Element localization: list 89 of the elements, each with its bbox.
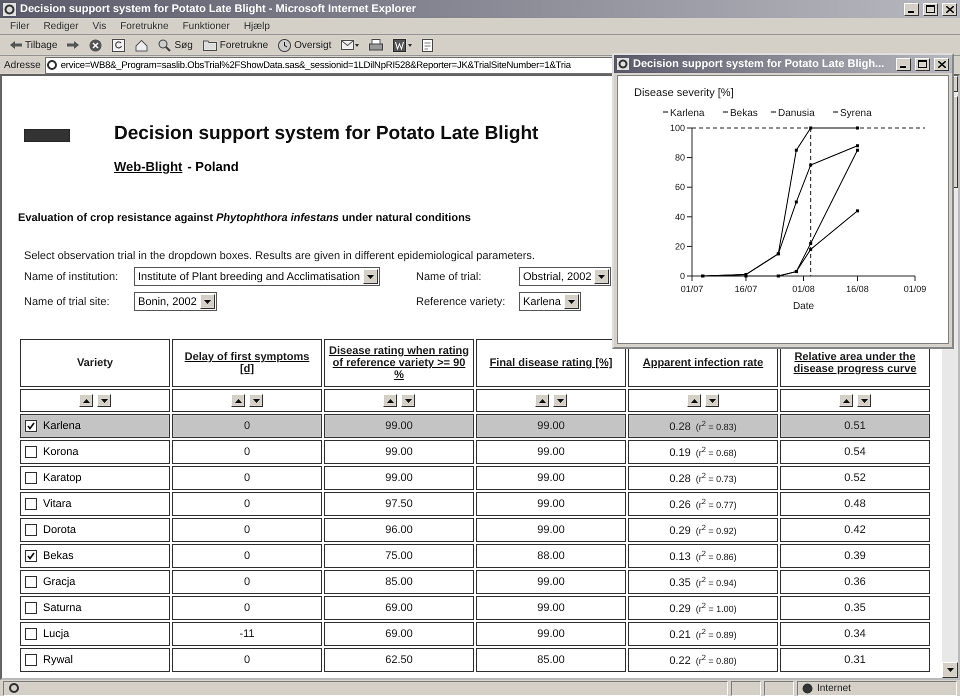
table-cell: 0.52: [780, 466, 930, 490]
variety-name: Rywal: [43, 654, 73, 666]
x-tick-label: 01/08: [792, 284, 815, 294]
table-cell: 99.00: [476, 570, 626, 594]
legend-label: Syrena: [840, 108, 872, 119]
legend-label: Karlena: [670, 108, 704, 119]
window-title: Decision support system for Potato Late Blight - Microsoft Internet Explorer: [20, 3, 418, 15]
table-cell: 0.51: [780, 414, 930, 438]
table-cell: 0.48: [780, 492, 930, 516]
table-cell: 99.00: [476, 596, 626, 620]
table-cell: 99.00: [476, 414, 626, 438]
table-cell: 0: [172, 596, 322, 620]
variety-name: Karlena: [43, 420, 81, 432]
table-cell: 99.00: [476, 622, 626, 646]
zone-label: Internet: [817, 682, 851, 694]
table-cell: 0.29 (r$^{2}$ = 1.00): [628, 596, 778, 620]
table-cell: 99.00: [324, 440, 474, 464]
table-cell: 96.00: [324, 518, 474, 542]
table-cell: 0.28 (r$^{2}$ = 0.83): [628, 414, 778, 438]
filter-label: Name of trial site:: [24, 296, 111, 308]
variety-name: Korona: [43, 446, 78, 458]
chart-title: Disease severity [%]: [634, 87, 734, 99]
table-cell: 0.21 (r$^{2}$ = 0.89): [628, 622, 778, 646]
variety-name: Karatop: [43, 472, 82, 484]
table-cell: 0.19 (r$^{2}$ = 0.68): [628, 440, 778, 464]
table-cell: 0: [172, 492, 322, 516]
table-cell: 0: [172, 440, 322, 464]
section-heading: Evaluation of crop resistance against Phytophthora infestans under natural conditions: [18, 212, 471, 224]
filter-label: Reference variety:: [416, 296, 506, 308]
variety-name: Saturna: [43, 602, 82, 614]
legend-label: Bekas: [730, 108, 758, 119]
x-axis-label: Date: [792, 301, 814, 312]
table-cell: 88.00: [476, 544, 626, 568]
variety-name: Dorota: [43, 524, 76, 536]
table-cell: 0.26 (r$^{2}$ = 0.77): [628, 492, 778, 516]
table-cell: 69.00: [324, 596, 474, 620]
y-tick-label: 100: [670, 123, 685, 133]
table-cell: 99.00: [324, 414, 474, 438]
table-cell: 0: [172, 544, 322, 568]
table-cell: 0.31: [780, 648, 930, 672]
table-cell: 0.34: [780, 622, 930, 646]
x-tick-label: 01/09: [904, 284, 926, 294]
y-tick-label: 0: [680, 271, 685, 281]
y-tick-label: 40: [674, 212, 685, 222]
table-cell: 0.13 (r$^{2}$ = 0.86): [628, 544, 778, 568]
variety-name: Vitara: [43, 498, 72, 510]
column-header: Variety: [20, 339, 170, 387]
variety-name: Bekas: [43, 550, 74, 562]
table-cell: 75.00: [324, 544, 474, 568]
table-cell: 0.42: [780, 518, 930, 542]
table-cell: 0: [172, 466, 322, 490]
table-cell: 0.22 (r$^{2}$ = 0.80): [628, 648, 778, 672]
x-tick-label: 01/07: [680, 284, 704, 294]
table-cell: 0.35 (r$^{2}$ = 0.94): [628, 570, 778, 594]
table-cell: 99.00: [476, 440, 626, 464]
table-cell: 0: [172, 518, 322, 542]
table-cell: 85.00: [324, 570, 474, 594]
table-cell: 69.00: [324, 622, 474, 646]
variety-name: Gracja: [43, 576, 76, 588]
table-cell: 0.54: [780, 440, 930, 464]
table-cell: 99.00: [476, 492, 626, 516]
table-cell: 0.28 (r$^{2}$ = 0.73): [628, 466, 778, 490]
intro-text: Select observation trial in the dropdown boxes. Results are given in different epidemiological parameters.: [24, 250, 535, 262]
legend-label: Danusia: [778, 108, 815, 119]
table-cell: 0.39: [780, 544, 930, 568]
table-cell: 99.00: [324, 466, 474, 490]
table-cell: 62.50: [324, 648, 474, 672]
table-cell: 0.35: [780, 596, 930, 620]
variety-name: Lucja: [43, 628, 70, 640]
page-title: Decision support system for Potato Late Blight: [114, 123, 538, 145]
filter-label: Name of institution:: [24, 270, 120, 282]
table-cell: -11: [172, 622, 322, 646]
x-tick-label: 16/08: [846, 284, 869, 294]
table-cell: 0: [172, 648, 322, 672]
y-tick-label: 20: [674, 241, 685, 252]
address-label: Adresse: [4, 60, 41, 70]
y-tick-label: 80: [674, 152, 685, 163]
table-cell: 99.00: [476, 518, 626, 542]
filter-label: Name of trial:: [416, 270, 482, 282]
table-cell: 0.36: [780, 570, 930, 594]
x-tick-label: 16/07: [734, 284, 758, 294]
table-cell: 0.29 (r$^{2}$ = 0.92): [628, 518, 778, 542]
table-cell: 99.00: [476, 466, 626, 490]
table-cell: 97.50: [324, 492, 474, 516]
table-cell: 85.00: [476, 648, 626, 672]
country-label: - Poland: [187, 159, 239, 174]
y-tick-label: 60: [674, 182, 685, 192]
table-cell: 0: [172, 570, 322, 594]
table-cell: 0: [172, 414, 322, 438]
